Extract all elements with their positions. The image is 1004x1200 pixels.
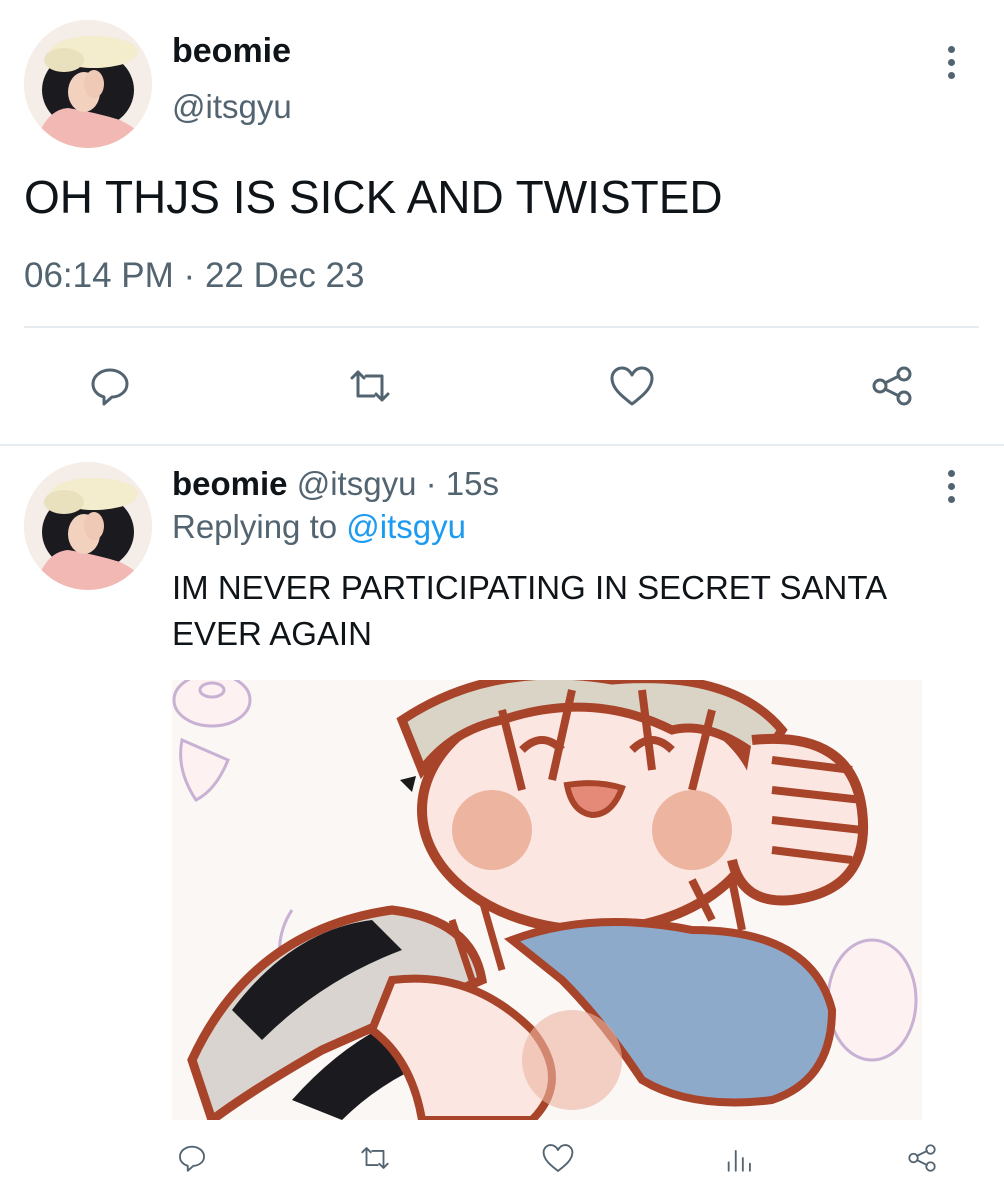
reply-action-views-icon[interactable] bbox=[720, 1138, 760, 1178]
attached-image[interactable] bbox=[172, 680, 922, 1120]
section-divider bbox=[0, 444, 1004, 446]
reply-display-name[interactable]: beomie bbox=[172, 465, 288, 502]
reply-action-retweet-icon[interactable] bbox=[355, 1138, 395, 1178]
replying-to: Replying to @itsgyu bbox=[172, 508, 466, 546]
time: 06:14 PM bbox=[24, 256, 174, 295]
avatar[interactable] bbox=[24, 20, 152, 148]
display-name[interactable]: beomie bbox=[172, 32, 291, 71]
tweet-text: OH THJS IS SICK AND TWISTED bbox=[24, 171, 723, 223]
reply-header: beomie @itsgyu · 15s bbox=[172, 465, 499, 503]
reply-age: 15s bbox=[445, 465, 499, 502]
reply-action-share-icon[interactable] bbox=[902, 1138, 942, 1178]
reply-avatar[interactable] bbox=[24, 462, 152, 590]
replying-handle-link[interactable]: @itsgyu bbox=[346, 508, 466, 545]
reply-more-icon[interactable] bbox=[948, 470, 958, 509]
separator: · bbox=[183, 256, 196, 295]
share-icon[interactable] bbox=[862, 356, 922, 416]
reply-icon[interactable] bbox=[80, 356, 140, 416]
more-icon[interactable] bbox=[948, 46, 958, 85]
timestamp[interactable]: 06:14 PM · 22 Dec 23 bbox=[24, 256, 365, 296]
like-icon[interactable] bbox=[602, 356, 662, 416]
handle[interactable]: @itsgyu bbox=[172, 88, 292, 126]
reply-text: IM NEVER PARTICIPATING IN SECRET SANTA E… bbox=[172, 565, 887, 657]
reply-text-line1: IM NEVER PARTICIPATING IN SECRET SANTA bbox=[172, 569, 888, 606]
date: 22 Dec 23 bbox=[204, 256, 365, 295]
reply-text-line2: EVER AGAIN bbox=[172, 615, 372, 652]
divider bbox=[24, 326, 979, 328]
retweet-icon[interactable] bbox=[340, 356, 400, 416]
reply-separator: · bbox=[425, 465, 437, 502]
reply-action-reply-icon[interactable] bbox=[172, 1138, 212, 1178]
reply-action-like-icon[interactable] bbox=[538, 1138, 578, 1178]
reply-handle[interactable]: @itsgyu bbox=[297, 465, 417, 502]
replying-prefix: Replying to bbox=[172, 508, 338, 545]
